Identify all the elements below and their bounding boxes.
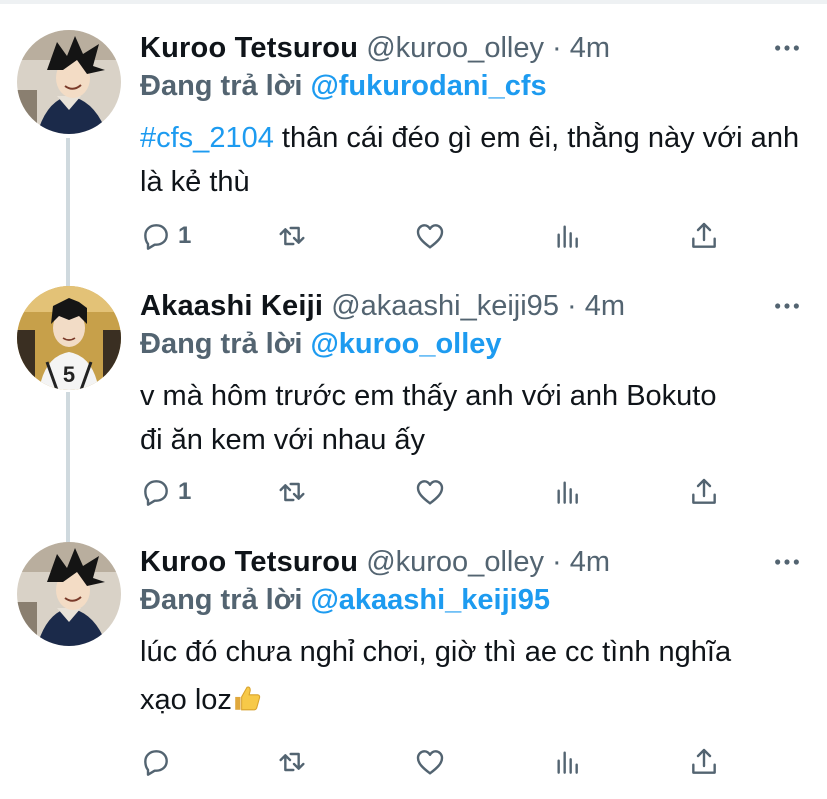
replying-to-label: Đang trả lời [140, 70, 303, 102]
hashtag-link[interactable]: #cfs_2104 [140, 122, 274, 154]
kuroo-avatar [17, 30, 121, 134]
retweet-icon [279, 482, 305, 502]
like-icon [416, 750, 444, 775]
like-icon [416, 224, 444, 249]
timestamp[interactable]: · 4m [552, 32, 610, 64]
like-button[interactable] [414, 740, 446, 784]
timestamp[interactable]: · 4m [552, 546, 610, 578]
analytics-icon [557, 225, 578, 248]
display-name[interactable]: Kuroo Tetsurou [140, 546, 358, 578]
retweet-button[interactable] [276, 740, 308, 784]
retweet-icon [279, 752, 305, 772]
avatar[interactable] [17, 30, 121, 134]
analytics-button[interactable] [552, 470, 584, 514]
share-button[interactable] [688, 214, 720, 258]
avatar[interactable]: 5 [17, 286, 121, 390]
tweet[interactable]: 5 Akaashi Keiji @akaashi_keiji95 · 4m Đa… [0, 284, 827, 524]
thumbs-up-icon [235, 686, 261, 711]
retweet-button[interactable] [276, 470, 308, 514]
top-divider [0, 0, 827, 4]
display-name[interactable]: Kuroo Tetsurou [140, 32, 358, 64]
akaashi-avatar: 5 [17, 286, 121, 390]
action-bar: 1 [140, 470, 740, 514]
tweet[interactable]: Kuroo Tetsurou @kuroo_olley · 4m Đang tr… [0, 542, 827, 792]
handle[interactable]: @kuroo_olley [366, 32, 544, 64]
reply-icon [144, 224, 168, 250]
replying-to-label: Đang trả lời [140, 584, 303, 616]
analytics-button[interactable] [552, 214, 584, 258]
svg-text:5: 5 [63, 362, 75, 387]
analytics-icon [557, 751, 578, 774]
reply-button[interactable] [140, 740, 178, 784]
display-name[interactable]: Akaashi Keiji [140, 290, 323, 322]
tweet-text: #cfs_2104 thân cái đéo gì em êi, thằng n… [140, 116, 810, 204]
reply-icon [144, 480, 168, 506]
like-icon [416, 480, 444, 505]
more-icon [775, 45, 799, 51]
kuroo-avatar [17, 542, 121, 646]
more-button[interactable] [769, 30, 805, 66]
tweet-text: lúc đó chưa nghỉ chơi, giờ thì ae cc tìn… [140, 628, 760, 728]
reply-icon [144, 750, 168, 776]
analytics-button[interactable] [552, 740, 584, 784]
tweet-header: Kuroo Tetsurou @kuroo_olley · 4m [140, 542, 610, 582]
tweet[interactable]: Kuroo Tetsurou @kuroo_olley · 4m Đang tr… [0, 28, 827, 268]
share-button[interactable] [688, 470, 720, 514]
replying-to: Đang trả lời @akaashi_keiji95 [140, 580, 550, 620]
action-bar [140, 740, 740, 784]
mention-link[interactable]: @kuroo_olley [310, 328, 501, 360]
handle[interactable]: @akaashi_keiji95 [331, 290, 559, 322]
more-icon [775, 303, 799, 309]
tweet-text: v mà hôm trước em thấy anh với anh Bokut… [140, 380, 717, 456]
tweet-header: Akaashi Keiji @akaashi_keiji95 · 4m [140, 286, 625, 326]
reply-count: 1 [178, 478, 192, 505]
like-button[interactable] [414, 470, 446, 514]
replying-to: Đang trả lời @kuroo_olley [140, 324, 502, 364]
like-button[interactable] [414, 214, 446, 258]
action-bar: 1 [140, 214, 740, 258]
share-icon [692, 478, 716, 504]
reply-button[interactable]: 1 [140, 470, 191, 514]
more-button[interactable] [769, 544, 805, 580]
analytics-icon [557, 481, 578, 504]
tweet-text-content: lúc đó chưa nghỉ chơi, giờ thì ae cc tìn… [140, 636, 732, 716]
replying-to: Đang trả lời @fukurodani_cfs [140, 66, 547, 106]
avatar[interactable] [17, 542, 121, 646]
retweet-button[interactable] [276, 214, 308, 258]
retweet-icon [279, 226, 305, 246]
reply-button[interactable]: 1 [140, 214, 191, 258]
share-icon [692, 222, 716, 248]
more-button[interactable] [769, 288, 805, 324]
mention-link[interactable]: @akaashi_keiji95 [310, 584, 550, 616]
tweet-header: Kuroo Tetsurou @kuroo_olley · 4m [140, 28, 610, 68]
mention-link[interactable]: @fukurodani_cfs [310, 70, 546, 102]
replying-to-label: Đang trả lời [140, 328, 303, 360]
thumbs-up-emoji [232, 680, 262, 728]
share-icon [692, 748, 716, 774]
handle[interactable]: @kuroo_olley [366, 546, 544, 578]
timestamp[interactable]: · 4m [567, 290, 625, 322]
share-button[interactable] [688, 740, 720, 784]
reply-count: 1 [178, 222, 192, 249]
more-icon [775, 559, 799, 565]
